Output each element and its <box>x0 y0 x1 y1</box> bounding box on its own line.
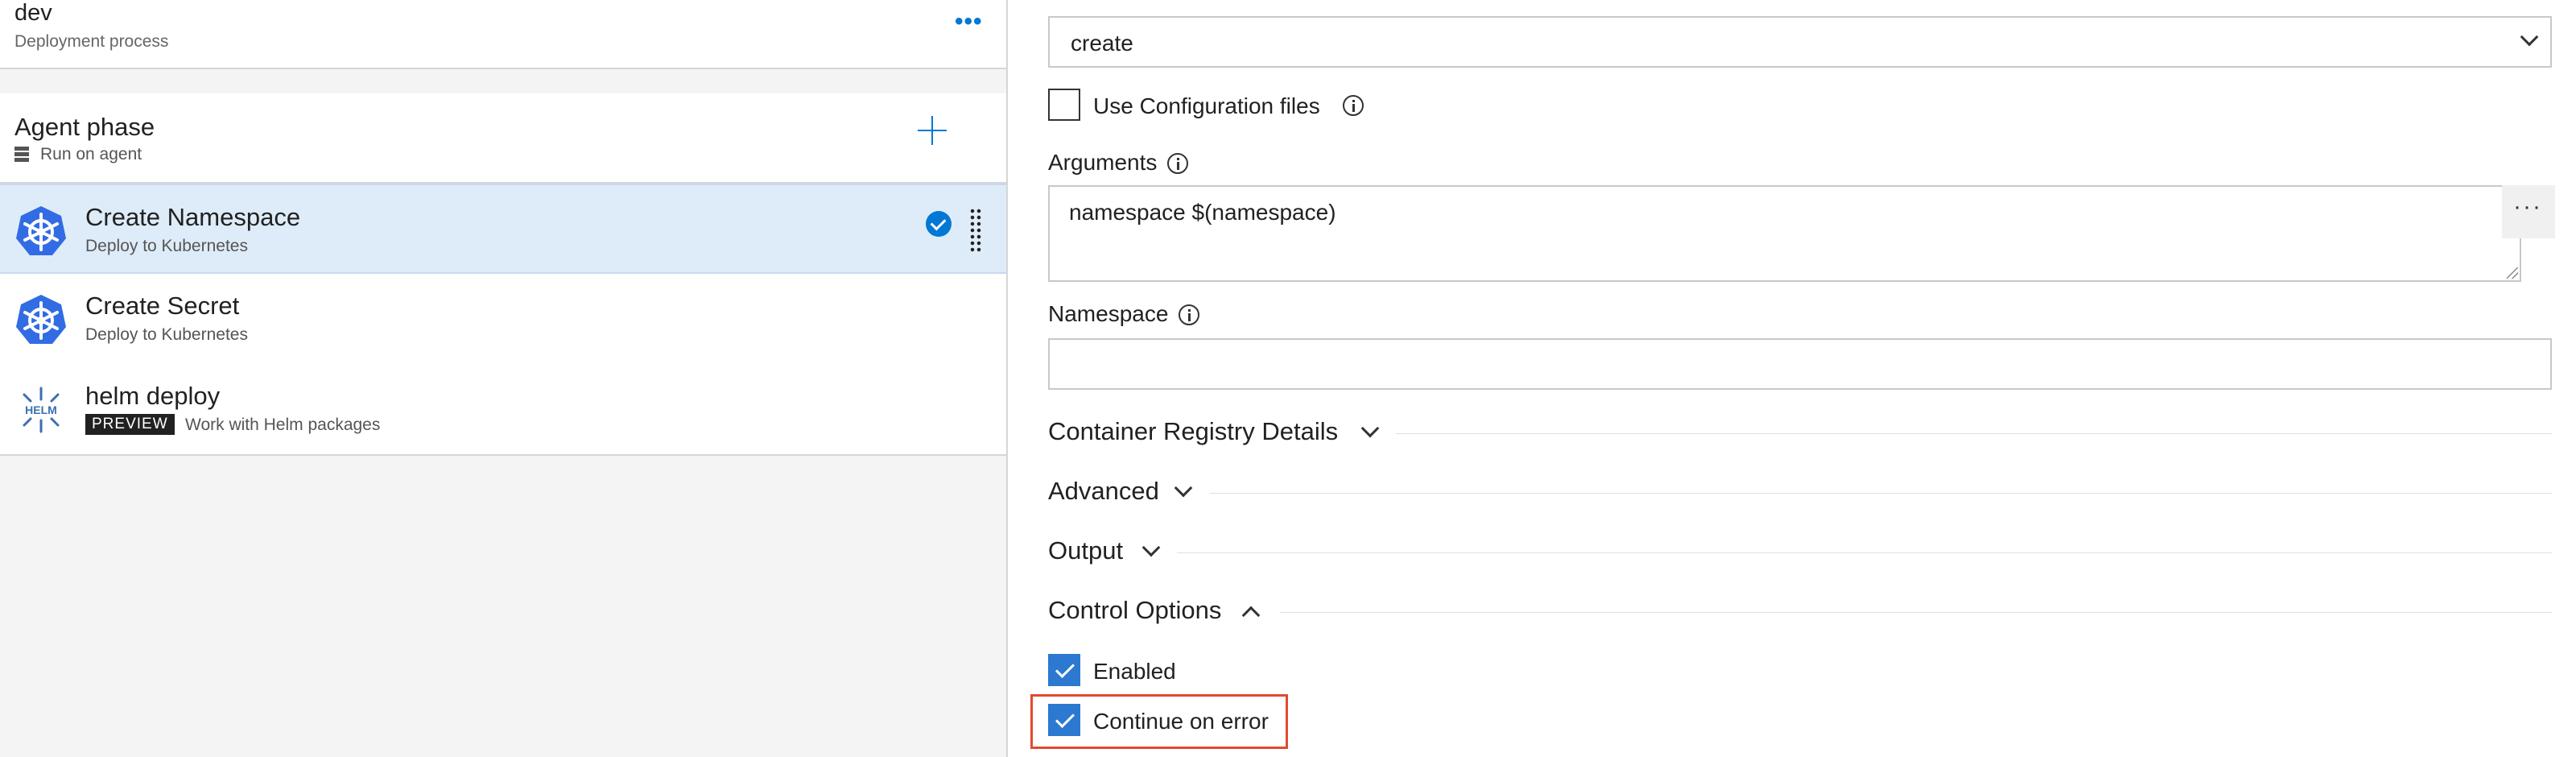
section-output[interactable]: Output <box>1048 536 2552 572</box>
helm-icon: HELM <box>23 387 60 433</box>
arguments-more-button[interactable]: ··· <box>2502 185 2555 238</box>
namespace-input[interactable] <box>1048 338 2552 390</box>
kubernetes-icon <box>16 295 66 344</box>
task-settings-panel: create Use Configuration files Arguments… <box>1009 0 2576 757</box>
continue-on-error-checkbox[interactable] <box>1048 704 1080 736</box>
arguments-textarea[interactable]: namespace $(namespace) <box>1048 185 2521 282</box>
environment-header[interactable]: dev Deployment process ••• <box>0 0 1006 69</box>
environment-subtitle: Deployment process <box>14 32 169 51</box>
chevron-down-icon <box>1360 419 1380 438</box>
chevron-down-icon <box>2520 27 2539 47</box>
arguments-value: namespace $(namespace) <box>1069 200 1336 225</box>
chevron-down-icon <box>1141 538 1161 557</box>
task-helm-deploy[interactable]: HELM helm deploy PREVIEW Work with Helm … <box>0 364 1006 454</box>
section-divider <box>1396 433 2552 434</box>
enabled-checkbox[interactable] <box>1048 654 1080 686</box>
use-config-files-label: Use Configuration files <box>1093 93 1320 118</box>
task-title: Create Secret <box>85 292 240 320</box>
section-divider <box>1280 612 2552 613</box>
drag-handle-icon[interactable] <box>969 208 982 253</box>
section-title: Container Registry Details <box>1048 417 1339 445</box>
agent-phase[interactable]: Agent phase Run on agent <box>0 93 1006 184</box>
kubernetes-icon <box>16 206 66 255</box>
section-control-options[interactable]: Control Options <box>1048 596 2552 631</box>
svg-text:HELM: HELM <box>25 403 57 416</box>
divider <box>0 454 1006 456</box>
task-subtitle: Deploy to Kubernetes <box>85 237 248 255</box>
add-task-icon[interactable] <box>918 116 947 145</box>
section-title: Output <box>1048 536 1124 565</box>
info-icon[interactable] <box>1343 95 1364 116</box>
section-advanced[interactable]: Advanced <box>1048 477 2552 512</box>
use-config-files-checkbox[interactable] <box>1048 89 1080 121</box>
arguments-label: Arguments <box>1048 150 1158 175</box>
chevron-down-icon <box>1174 478 1193 498</box>
section-title: Control Options <box>1048 596 1222 624</box>
command-select[interactable]: create <box>1048 16 2552 68</box>
section-title: Advanced <box>1048 477 1159 505</box>
info-icon[interactable] <box>1167 153 1188 174</box>
section-container-registry-details[interactable]: Container Registry Details <box>1048 417 2552 453</box>
ellipsis-icon: ··· <box>2513 193 2542 220</box>
namespace-label: Namespace <box>1048 301 1169 326</box>
task-subtitle: Work with Helm packages <box>185 416 381 434</box>
command-select-value: create <box>1071 31 1133 56</box>
task-title: helm deploy <box>85 382 221 410</box>
task-create-secret[interactable]: Create Secret Deploy to Kubernetes <box>0 274 1006 364</box>
pipeline-panel: dev Deployment process ••• Agent phase R… <box>0 0 1008 757</box>
section-divider <box>1177 552 2552 553</box>
task-create-namespace[interactable]: Create Namespace Deploy to Kubernetes <box>0 184 1006 274</box>
enabled-label: Enabled <box>1093 659 1176 684</box>
agent-phase-subtitle: Run on agent <box>40 145 142 163</box>
server-icon <box>14 147 29 163</box>
info-icon[interactable] <box>1179 304 1199 325</box>
agent-phase-title: Agent phase <box>14 113 155 141</box>
chevron-up-icon <box>1241 606 1261 625</box>
preview-badge: PREVIEW <box>85 414 175 435</box>
resize-handle-icon[interactable] <box>2507 267 2518 279</box>
task-subtitle: Deploy to Kubernetes <box>85 325 248 344</box>
section-divider <box>1209 493 2552 494</box>
task-title: Create Namespace <box>85 203 301 231</box>
enabled-check-icon <box>926 211 952 237</box>
continue-on-error-label: Continue on error <box>1093 709 1269 734</box>
more-options-icon[interactable]: ••• <box>955 8 983 35</box>
environment-name: dev <box>14 0 52 26</box>
